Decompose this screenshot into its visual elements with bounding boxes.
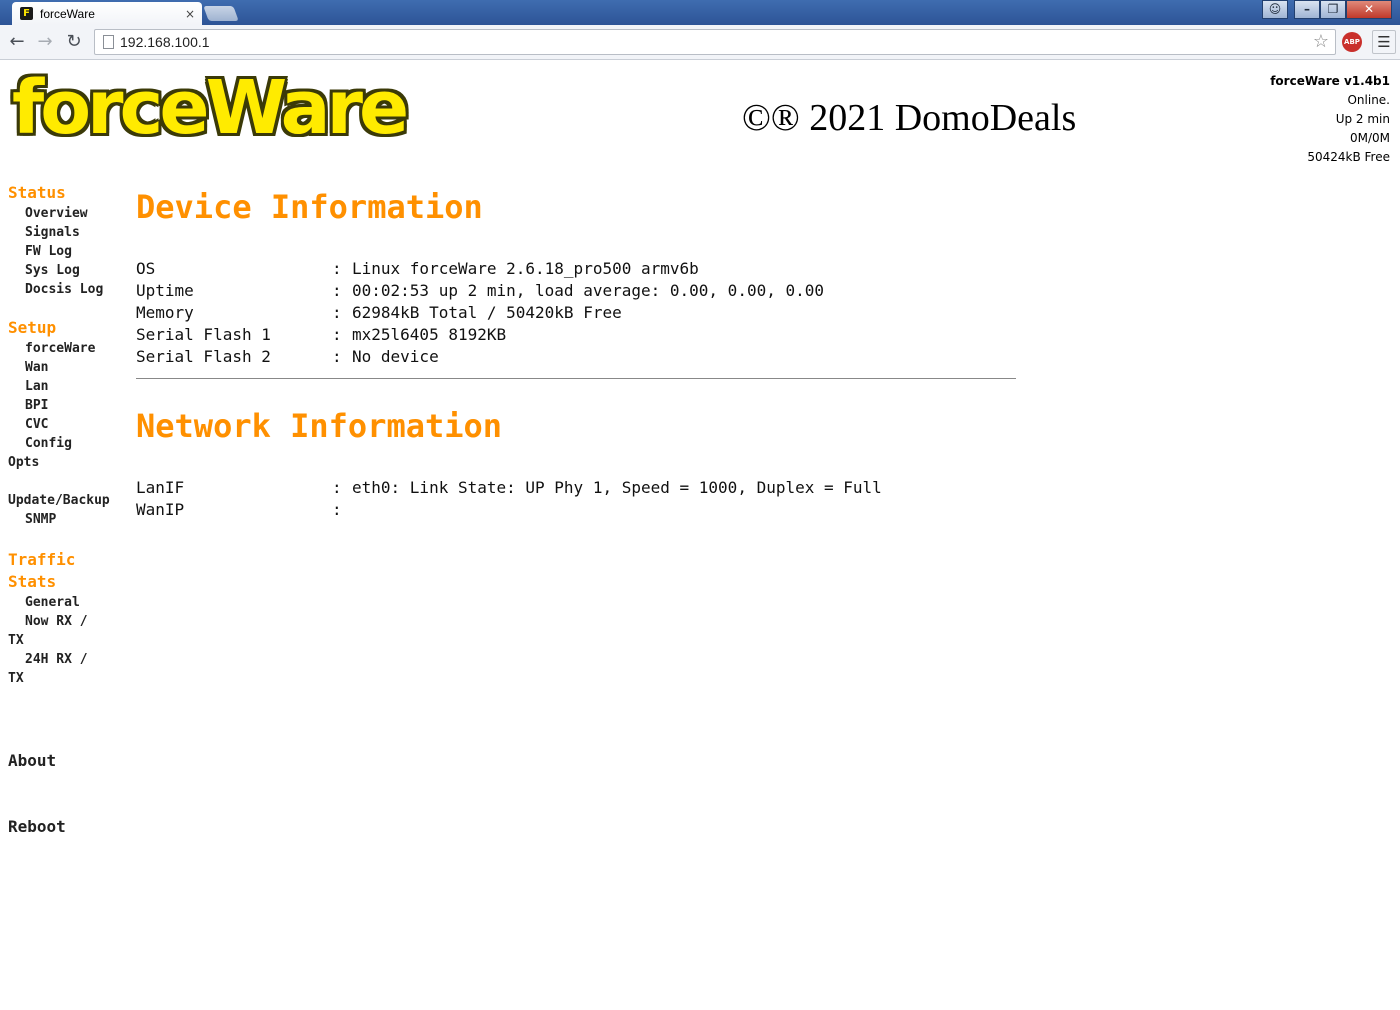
sidebar-heading-traffic[interactable]: Traffic <box>8 549 130 571</box>
table-row: OS: Linux forceWare 2.6.18_pro500 armv6b <box>136 258 824 280</box>
window-close-button[interactable]: ✕ <box>1346 0 1392 19</box>
free-memory: 50424kB Free <box>1307 150 1390 164</box>
table-row: Uptime:00:02:53 up 2 min, load average: … <box>136 280 824 302</box>
info-colon: : <box>332 303 342 322</box>
back-arrow-icon[interactable]: ← <box>6 30 28 54</box>
sidebar-link-reboot[interactable]: Reboot <box>8 816 130 838</box>
info-colon: : <box>332 281 342 300</box>
sidebar-item-opts[interactable]: Opts <box>8 453 130 472</box>
device-info-title: Device Information <box>136 188 483 226</box>
sidebar-item-update-backup[interactable]: Update/Backup <box>8 491 130 510</box>
sidebar-item-bpi[interactable]: BPI <box>8 396 130 415</box>
info-colon: : <box>332 259 342 278</box>
adblock-icon[interactable]: ABP <box>1342 32 1362 52</box>
device-info-table: OS: Linux forceWare 2.6.18_pro500 armv6b … <box>136 258 824 368</box>
info-key: Serial Flash 2 <box>136 347 271 366</box>
sidebar-item-snmp[interactable]: SNMP <box>8 510 130 529</box>
reload-icon[interactable]: ↻ <box>63 30 85 54</box>
copyright-text: ©® 2021 DomoDeals <box>742 97 1077 139</box>
table-row: Memory:62984kB Total / 50420kB Free <box>136 302 824 324</box>
info-colon: : <box>332 325 342 344</box>
sidebar-item-general[interactable]: General <box>8 593 130 612</box>
forward-arrow-icon[interactable]: → <box>34 30 56 54</box>
info-key: Uptime <box>136 281 194 300</box>
sidebar-item-overview[interactable]: Overview <box>8 204 130 223</box>
table-row: Serial Flash 2: No device <box>136 346 824 368</box>
sidebar-item-now-tx[interactable]: TX <box>8 631 130 650</box>
page-icon <box>103 35 114 49</box>
table-row: WanIP: <box>136 499 882 521</box>
firmware-version: forceWare v1.4b1 <box>1270 74 1390 88</box>
info-colon: : <box>332 347 342 366</box>
table-row: Serial Flash 1: mx25l6405 8192KB <box>136 324 824 346</box>
url-input[interactable] <box>120 33 1300 51</box>
info-value: 62984kB Total / 50420kB Free <box>352 303 622 322</box>
table-row: LanIF: eth0: Link State: UP Phy 1, Speed … <box>136 477 882 499</box>
main-content: Device Information OS: Linux forceWare 2.… <box>136 188 1036 521</box>
sidebar-item-fw-log[interactable]: FW Log <box>8 242 130 261</box>
sidebar-link-about[interactable]: About <box>8 750 130 772</box>
browser-tab[interactable]: F forceWare × <box>12 2 202 25</box>
sidebar-item-signals[interactable]: Signals <box>8 223 130 242</box>
sidebar-item-24h-rx[interactable]: 24H RX / <box>8 650 130 669</box>
tab-close-icon[interactable]: × <box>182 7 198 21</box>
sidebar-item-sys-log[interactable]: Sys Log <box>8 261 130 280</box>
info-value: eth0: Link State: UP Phy 1, Speed = 1000… <box>352 478 882 497</box>
new-tab-button[interactable] <box>203 6 239 21</box>
sidebar-item-wan[interactable]: Wan <box>8 358 130 377</box>
sidebar-heading-setup[interactable]: Setup <box>8 317 130 339</box>
network-info-title: Network Information <box>136 407 503 445</box>
traffic-summary: 0M/0M <box>1349 131 1390 145</box>
hamburger-menu-icon[interactable]: ☰ <box>1372 30 1396 54</box>
maximize-button[interactable]: ❐ <box>1320 0 1346 19</box>
sidebar-item-24h-tx[interactable]: TX <box>8 669 130 688</box>
info-key: OS <box>136 259 156 278</box>
info-key: Serial Flash 1 <box>136 325 271 344</box>
section-divider <box>136 378 1016 379</box>
sidebar-item-now-rx[interactable]: Now RX / <box>8 612 130 631</box>
info-colon: : <box>332 478 342 497</box>
sidebar-nav: Status Overview Signals FW Log Sys Log D… <box>8 182 130 838</box>
info-key: Memory <box>136 303 194 322</box>
sidebar-item-config[interactable]: Config <box>8 434 130 453</box>
network-info-table: LanIF: eth0: Link State: UP Phy 1, Speed … <box>136 477 882 521</box>
info-value: 00:02:53 up 2 min, load average: 0.00, 0… <box>352 281 825 300</box>
uptime-summary: Up 2 min <box>1335 112 1390 126</box>
status-box: forceWare v1.4b1 Online. Up 2 min 0M/0M … <box>1270 72 1390 167</box>
tab-title: forceWare <box>40 6 95 21</box>
info-key: LanIF <box>136 478 185 497</box>
info-value <box>352 499 882 521</box>
profile-button[interactable]: ☺ <box>1262 0 1288 19</box>
browser-titlebar: F forceWare × ☺ – ❐ ✕ <box>0 0 1400 25</box>
browser-toolbar: ← → ↻ ☆ ABP ☰ <box>0 25 1400 60</box>
sidebar-item-forceware[interactable]: forceWare <box>8 339 130 358</box>
info-colon: : <box>332 500 342 519</box>
sidebar-item-docsis-log[interactable]: Docsis Log <box>8 280 130 299</box>
connection-state: Online. <box>1347 93 1390 107</box>
info-value: No device <box>352 347 439 366</box>
info-value: Linux forceWare 2.6.18_pro500 armv6b <box>352 259 699 278</box>
forceware-favicon-icon: F <box>20 7 33 20</box>
address-bar[interactable]: ☆ <box>94 29 1336 55</box>
info-key: WanIP <box>136 500 185 519</box>
sidebar-heading-stats[interactable]: Stats <box>8 571 130 593</box>
minimize-button[interactable]: – <box>1294 0 1320 19</box>
sidebar-heading-status[interactable]: Status <box>8 182 130 204</box>
sidebar-item-lan[interactable]: Lan <box>8 377 130 396</box>
info-value: mx25l6405 8192KB <box>352 325 507 344</box>
star-icon[interactable]: ☆ <box>1313 31 1329 53</box>
sidebar-item-cvc[interactable]: CVC <box>8 415 130 434</box>
forceware-logo: forceWare <box>12 65 409 151</box>
